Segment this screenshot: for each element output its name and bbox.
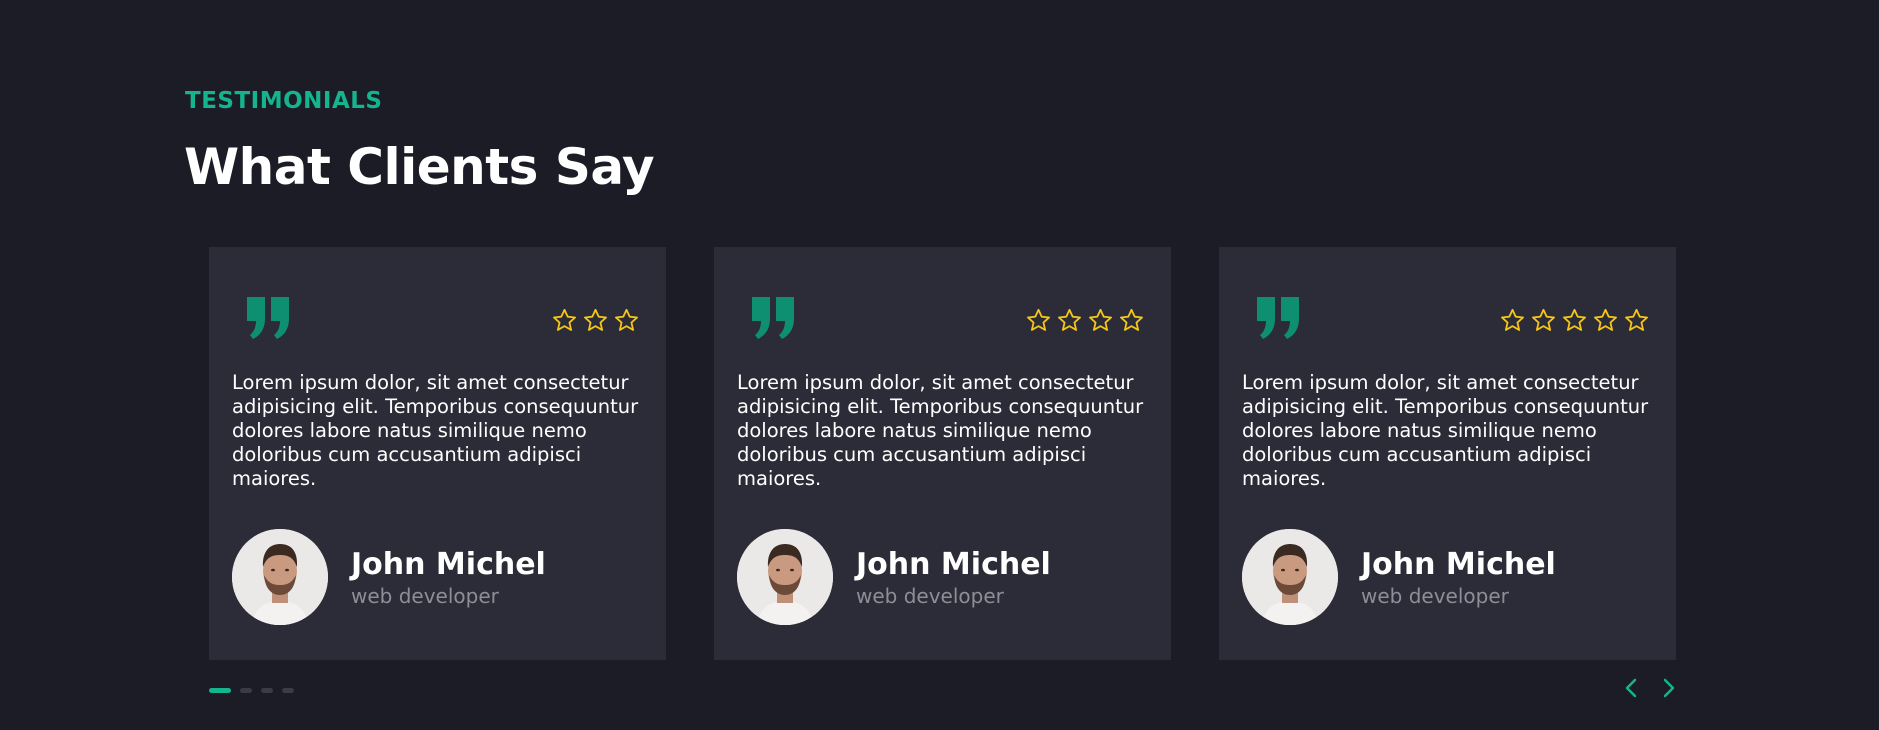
- avatar: [232, 529, 328, 625]
- author: John Michel web developer: [737, 529, 1051, 625]
- testimonial-card: Lorem ipsum dolor, sit amet consectetur …: [1219, 247, 1676, 660]
- testimonial-text: Lorem ipsum dolor, sit amet consectetur …: [232, 371, 639, 490]
- testimonial-text: Lorem ipsum dolor, sit amet consectetur …: [737, 371, 1144, 490]
- testimonials-section: TESTIMONIALS What Clients Say Lorem ipsu…: [0, 0, 1879, 730]
- author-info: John Michel web developer: [1361, 546, 1556, 608]
- section-title: What Clients Say: [184, 138, 655, 196]
- star-outline-icon: [1501, 308, 1524, 331]
- quote-icon: [247, 297, 289, 339]
- author-name: John Michel: [351, 547, 546, 582]
- author-name: John Michel: [856, 547, 1051, 582]
- section-eyebrow: TESTIMONIALS: [185, 88, 383, 114]
- star-rating: [1499, 307, 1650, 334]
- star-outline-icon: [1089, 308, 1112, 331]
- star-outline-icon: [1027, 308, 1050, 331]
- quote-icon: [1257, 297, 1299, 339]
- carousel-pagination: [209, 688, 294, 693]
- star-outline-icon: [615, 308, 638, 331]
- pagination-dot[interactable]: [261, 688, 273, 693]
- author-role: web developer: [1361, 584, 1509, 608]
- avatar-photo: [232, 529, 328, 625]
- star-outline-icon: [1594, 308, 1617, 331]
- pagination-dot[interactable]: [209, 688, 231, 693]
- avatar-photo: [1242, 529, 1338, 625]
- star-outline-icon: [1120, 308, 1143, 331]
- author: John Michel web developer: [232, 529, 546, 625]
- pagination-dot[interactable]: [240, 688, 252, 693]
- star-rating: [551, 307, 640, 334]
- author-info: John Michel web developer: [351, 546, 546, 608]
- author-role: web developer: [856, 584, 1004, 608]
- star-outline-icon: [1625, 308, 1648, 331]
- testimonial-carousel: Lorem ipsum dolor, sit amet consectetur …: [209, 247, 1676, 660]
- author-info: John Michel web developer: [856, 546, 1051, 608]
- avatar-photo: [737, 529, 833, 625]
- pagination-dot[interactable]: [282, 688, 294, 693]
- star-outline-icon: [553, 308, 576, 331]
- author: John Michel web developer: [1242, 529, 1556, 625]
- author-name: John Michel: [1361, 547, 1556, 582]
- testimonial-card: Lorem ipsum dolor, sit amet consectetur …: [209, 247, 666, 660]
- star-outline-icon: [1058, 308, 1081, 331]
- chevron-left-icon[interactable]: [1620, 676, 1644, 700]
- chevron-right-icon[interactable]: [1656, 676, 1680, 700]
- author-role: web developer: [351, 584, 499, 608]
- star-rating: [1025, 307, 1145, 334]
- testimonial-text: Lorem ipsum dolor, sit amet consectetur …: [1242, 371, 1649, 490]
- star-outline-icon: [1563, 308, 1586, 331]
- testimonial-card: Lorem ipsum dolor, sit amet consectetur …: [714, 247, 1171, 660]
- star-outline-icon: [584, 308, 607, 331]
- quote-icon: [752, 297, 794, 339]
- avatar: [737, 529, 833, 625]
- star-outline-icon: [1532, 308, 1555, 331]
- avatar: [1242, 529, 1338, 625]
